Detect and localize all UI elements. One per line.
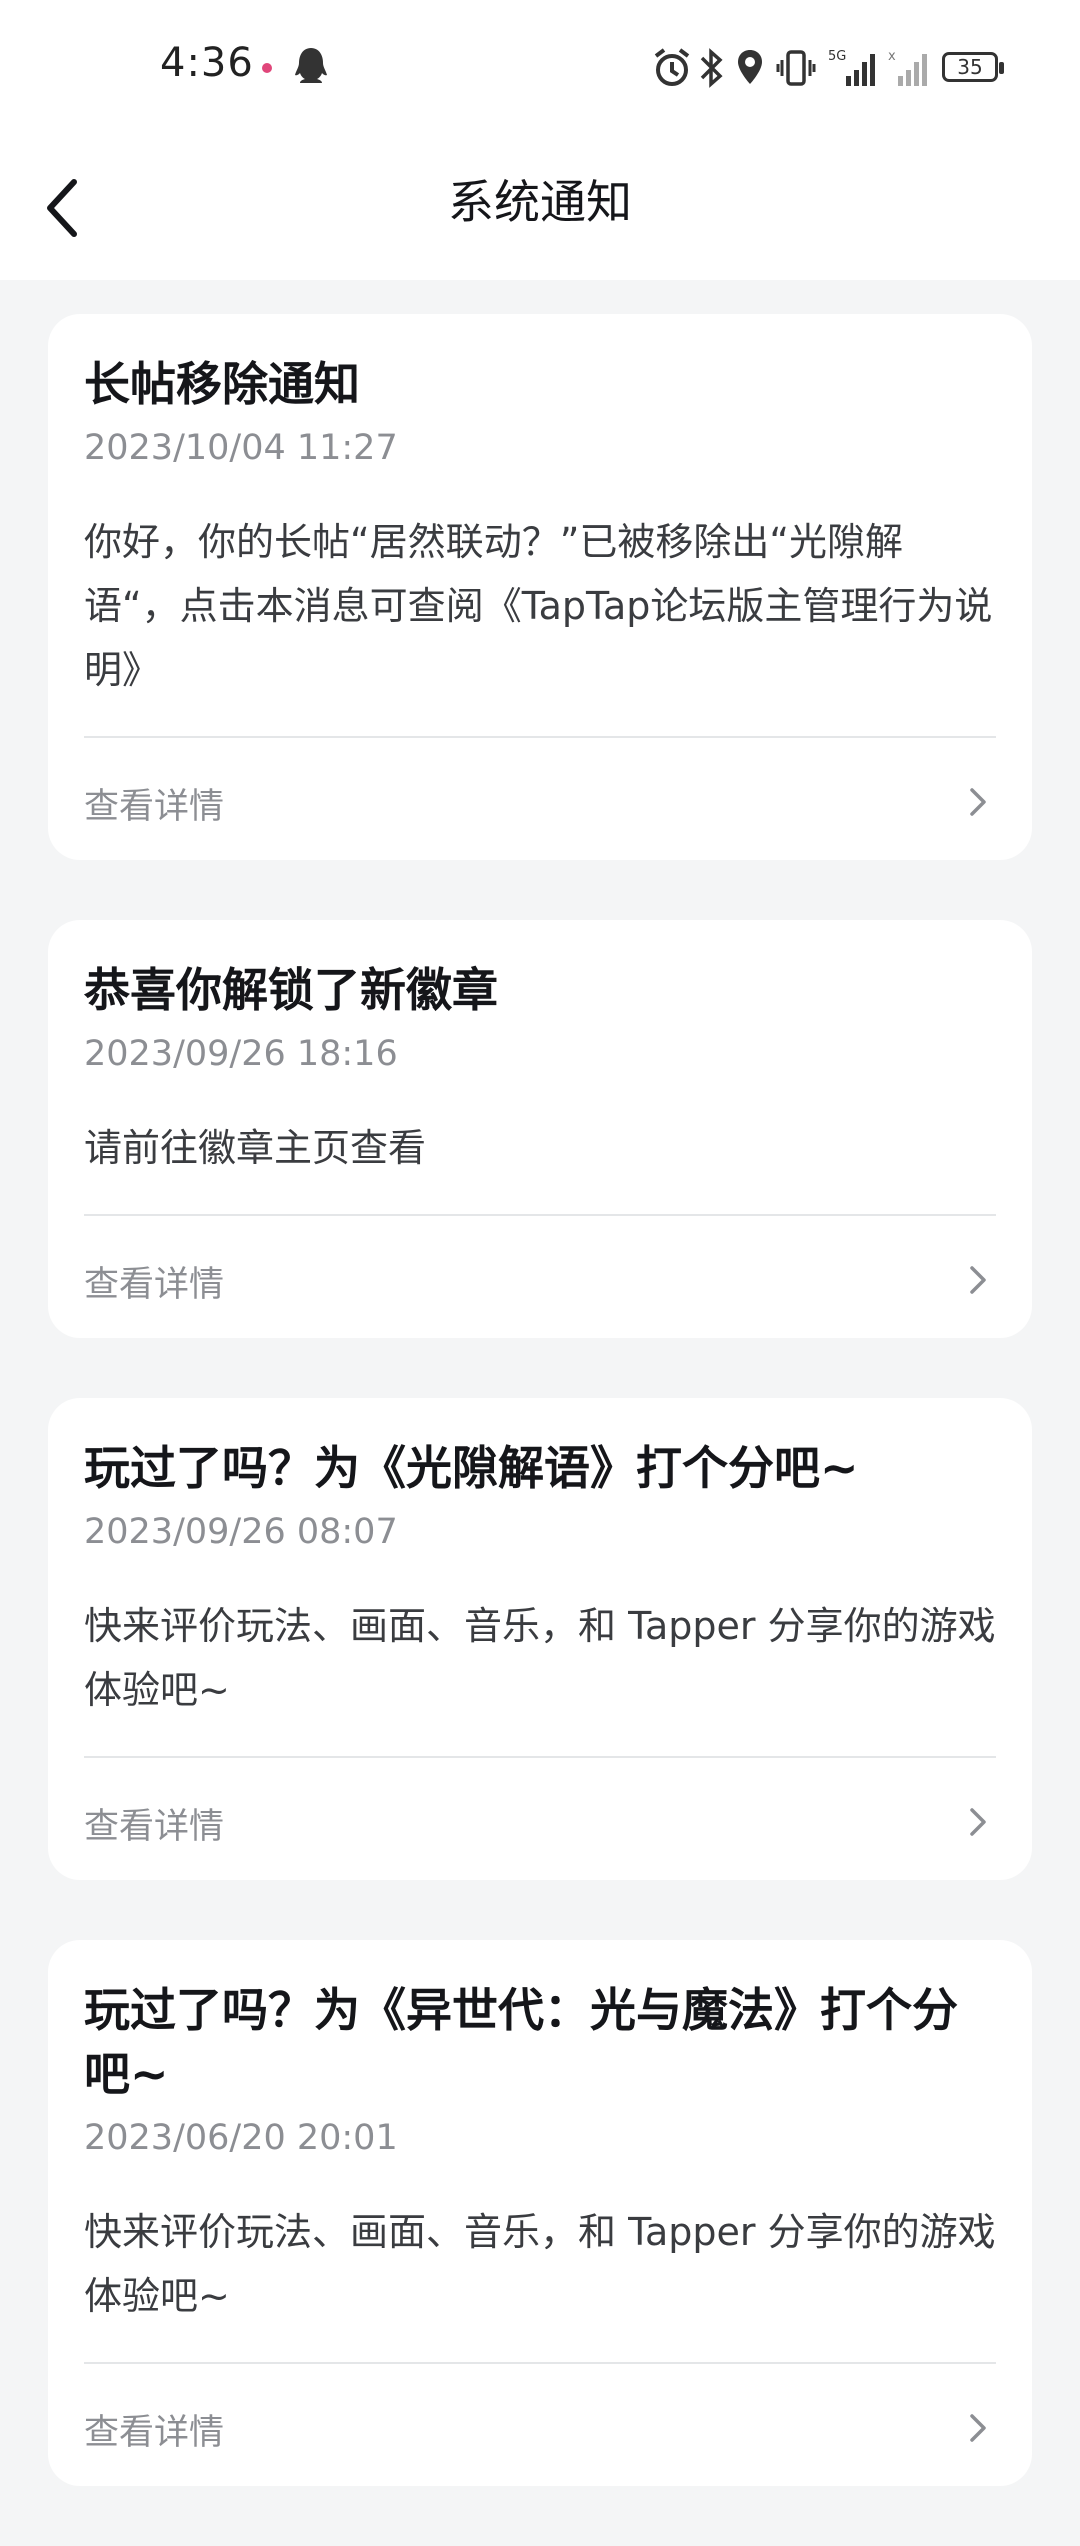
notification-title: 长帖移除通知 (84, 357, 360, 411)
chevron-right-icon (970, 788, 986, 816)
view-details-label: 查看详情 (84, 1807, 225, 1847)
notification-card[interactable]: 玩过了吗？为《异世代：光与魔法》打个分吧~ 2023/06/20 20:01 快… (48, 1940, 1032, 2486)
signal-5g-icon: 5G (828, 49, 875, 86)
vibrate-icon (776, 50, 816, 86)
notification-body: 快来评价玩法、画面、音乐，和 Tapper 分享你的游戏体验吧~ (84, 2210, 996, 2318)
battery-level: 35 (957, 55, 983, 79)
location-icon (738, 50, 762, 84)
notification-list: 长帖移除通知 2023/10/04 11:27 你好，你的长帖“居然联动？”已被… (48, 314, 1032, 2546)
view-details-button[interactable]: 查看详情 (84, 1214, 996, 1338)
notification-body: 你好，你的长帖“居然联动？”已被移除出“光隙解语“，点击本消息可查阅《TapTa… (84, 520, 993, 692)
status-bar: 4:36 5G x 35 (0, 0, 1080, 138)
status-time: 4:36 (160, 40, 254, 86)
view-details-label: 查看详情 (84, 787, 225, 827)
view-details-label: 查看详情 (84, 1265, 225, 1305)
svg-text:5G: 5G (828, 49, 846, 64)
notification-card[interactable]: 恭喜你解锁了新徽章 2023/09/26 18:16 请前往徽章主页查看 查看详… (48, 920, 1032, 1338)
page-title: 系统通知 (448, 175, 632, 229)
notification-time: 2023/09/26 18:16 (84, 1034, 398, 1074)
notification-time: 2023/10/04 11:27 (84, 428, 398, 468)
notification-dot-icon (262, 63, 272, 73)
view-details-label: 查看详情 (84, 2413, 225, 2453)
notification-title: 玩过了吗？为《异世代：光与魔法》打个分吧~ (84, 1983, 958, 2101)
notification-card[interactable]: 长帖移除通知 2023/10/04 11:27 你好，你的长帖“居然联动？”已被… (48, 314, 1032, 860)
chevron-right-icon (970, 2414, 986, 2442)
view-details-button[interactable]: 查看详情 (84, 736, 996, 860)
alarm-icon (654, 48, 690, 86)
view-details-button[interactable]: 查看详情 (84, 1756, 996, 1880)
notification-time: 2023/09/26 08:07 (84, 1512, 398, 1552)
chevron-right-icon (970, 1808, 986, 1836)
notification-body: 请前往徽章主页查看 (84, 1126, 427, 1170)
app-bar: 系统通知 (0, 138, 1080, 280)
notification-body: 快来评价玩法、画面、音乐，和 Tapper 分享你的游戏体验吧~ (84, 1604, 996, 1712)
notification-card[interactable]: 玩过了吗？为《光隙解语》打个分吧~ 2023/09/26 08:07 快来评价玩… (48, 1398, 1032, 1880)
notification-title: 玩过了吗？为《光隙解语》打个分吧~ (84, 1441, 859, 1495)
notification-title: 恭喜你解锁了新徽章 (84, 963, 498, 1017)
svg-text:x: x (888, 49, 896, 64)
battery-icon: 35 (942, 52, 1004, 82)
view-details-button[interactable]: 查看详情 (84, 2362, 996, 2486)
bluetooth-icon (700, 48, 723, 88)
qq-icon (295, 48, 327, 83)
notification-time: 2023/06/20 20:01 (84, 2118, 398, 2158)
signal-icon: x (888, 49, 927, 86)
chevron-right-icon (970, 1266, 986, 1294)
